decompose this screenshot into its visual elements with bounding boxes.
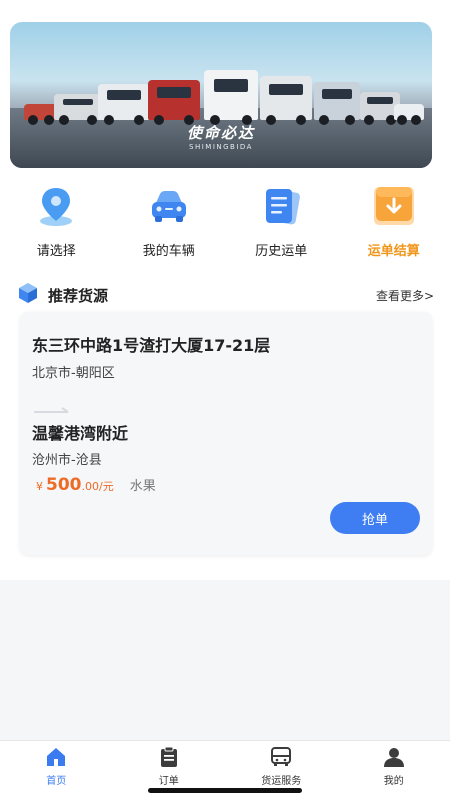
- tab-freight-service-label: 货运服务: [261, 776, 302, 787]
- view-more-link[interactable]: 查看更多>: [376, 287, 434, 304]
- truck-illustration: [54, 94, 102, 125]
- car-icon: [144, 182, 194, 230]
- price-row: ¥ 500 .00/元 水果: [36, 475, 156, 495]
- truck-illustration: [98, 84, 150, 125]
- truck-illustration: [204, 70, 258, 125]
- destination-city: 沧州市-沧县: [32, 453, 102, 468]
- tab-home-label: 首页: [46, 776, 67, 787]
- recommend-title: 推荐货源: [48, 286, 109, 305]
- quick-nav: 请选择 我的车辆 历史运单 运单结算: [0, 182, 450, 262]
- truck-illustration: [394, 104, 424, 125]
- tab-mine[interactable]: 我的: [338, 741, 450, 800]
- origin-address: 东三环中路1号渣打大厦17-21层: [32, 336, 271, 355]
- user-icon: [383, 746, 405, 768]
- location-pin-icon: [31, 182, 81, 230]
- bus-icon: [270, 746, 292, 768]
- truck-illustration: [260, 76, 312, 125]
- price-symbol: ¥: [36, 480, 43, 493]
- banner-image[interactable]: 使命必达 SHIMINGBIDA: [10, 22, 432, 168]
- tab-mine-label: 我的: [383, 776, 404, 787]
- document-list-icon: [256, 182, 306, 230]
- cargo-type: 水果: [129, 479, 156, 494]
- tab-orders-label: 订单: [158, 776, 179, 787]
- route-arrow-icon: [34, 400, 70, 419]
- home-indicator[interactable]: [148, 788, 302, 793]
- quick-nav-history-waybills[interactable]: 历史运单: [225, 182, 338, 262]
- quick-nav-select[interactable]: 请选择: [0, 182, 113, 262]
- banner-slogan: 使命必达: [186, 124, 255, 142]
- quick-nav-label: 运单结算: [367, 244, 420, 259]
- clipboard-icon: [158, 746, 180, 768]
- truck-illustration: [24, 104, 58, 125]
- home-icon: [45, 746, 67, 768]
- truck-illustration: [314, 82, 360, 125]
- quick-nav-label: 请选择: [36, 244, 76, 259]
- cube-box-icon: [16, 281, 40, 309]
- quick-nav-label: 历史运单: [255, 244, 308, 259]
- destination-address: 温馨港湾附近: [32, 424, 129, 443]
- truck-illustration: [148, 80, 200, 125]
- banner-slogan-sub: SHIMINGBIDA: [189, 143, 253, 151]
- download-box-icon: [369, 182, 419, 230]
- recommend-header: 推荐货源 查看更多>: [16, 282, 434, 308]
- grab-order-button[interactable]: 抢单: [330, 502, 420, 534]
- quick-nav-waybill-settlement[interactable]: 运单结算: [338, 182, 450, 262]
- price-value: 500: [46, 475, 82, 495]
- price-unit: .00/元: [81, 480, 114, 493]
- quick-nav-label: 我的车辆: [142, 244, 195, 259]
- origin-city: 北京市-朝阳区: [32, 366, 115, 381]
- cargo-card[interactable]: 东三环中路1号渣打大厦17-21层 北京市-朝阳区 温馨港湾附近 沧州市-沧县 …: [20, 312, 432, 555]
- tab-home[interactable]: 首页: [0, 741, 113, 800]
- quick-nav-my-vehicles[interactable]: 我的车辆: [113, 182, 226, 262]
